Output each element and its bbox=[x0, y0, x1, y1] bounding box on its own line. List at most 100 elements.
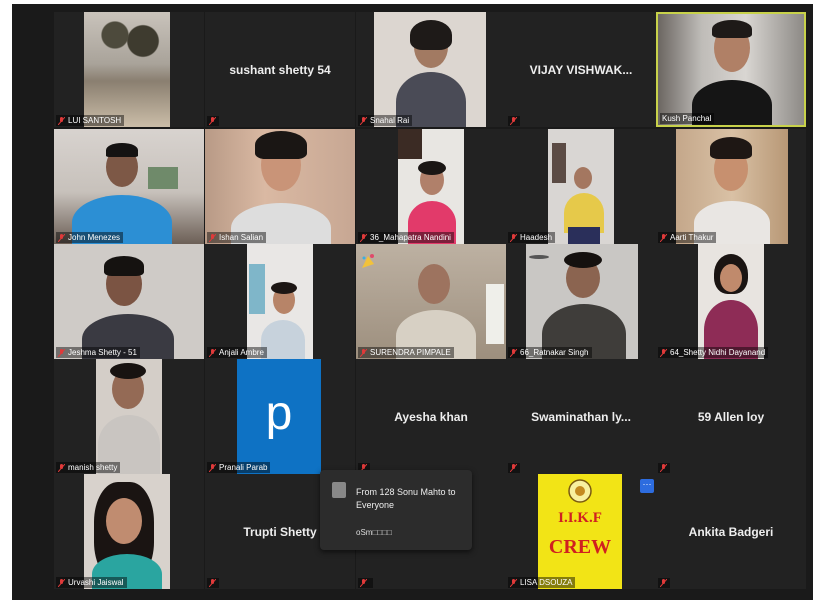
video-feed bbox=[96, 359, 162, 474]
video-tile[interactable]: John Menezes bbox=[54, 129, 204, 244]
video-feed bbox=[698, 244, 764, 359]
video-tile[interactable]: Aarti Thakur bbox=[656, 129, 806, 244]
video-tile[interactable]: sushant shetty 54 bbox=[205, 12, 355, 127]
participant-name: sushant shetty 54 bbox=[229, 62, 331, 77]
video-tile[interactable]: LUI SANTOSH bbox=[54, 12, 204, 127]
participant-label: John Menezes bbox=[56, 232, 124, 243]
video-feed bbox=[54, 244, 204, 359]
video-tile[interactable]: p Pranali Parab bbox=[205, 359, 355, 474]
participant-name: Haadesh bbox=[520, 233, 553, 242]
video-feed bbox=[658, 14, 804, 125]
video-tile[interactable]: Ankita Badgeri bbox=[656, 474, 806, 589]
participant-label: 36_Mahapatra Nandini bbox=[358, 232, 454, 243]
video-feed bbox=[548, 129, 614, 244]
participant-name: 36_Mahapatra Nandini bbox=[370, 233, 451, 242]
video-tile[interactable]: 59 Allen loy bbox=[656, 359, 806, 474]
video-feed bbox=[526, 244, 638, 359]
video-tile[interactable]: Swaminathan ly... bbox=[506, 359, 656, 474]
logo-line-2: CREW bbox=[548, 536, 612, 558]
muted-mic-icon bbox=[360, 579, 367, 587]
muted-mic-icon bbox=[510, 117, 517, 125]
active-speaker-tile[interactable]: Kush Panchal bbox=[656, 12, 806, 127]
chat-notification-popup[interactable]: From 128 Sonu Mahto to Everyone oSm□□□□ bbox=[320, 470, 472, 550]
video-tile[interactable]: VIJAY VISHWAK... bbox=[506, 12, 656, 127]
video-feed bbox=[374, 12, 486, 127]
video-feed bbox=[398, 129, 464, 244]
participant-label: 66_Ratnakar Singh bbox=[508, 347, 592, 358]
video-feed bbox=[84, 474, 170, 589]
video-tile[interactable]: Haadesh bbox=[506, 129, 656, 244]
participant-name: LUI SANTOSH bbox=[68, 116, 122, 125]
muted-mic-icon bbox=[510, 348, 517, 357]
muted-mic-icon bbox=[660, 233, 667, 242]
participant-label: Pranali Parab bbox=[207, 462, 271, 473]
chat-sender: From 128 Sonu Mahto to Everyone bbox=[356, 487, 456, 510]
participant-name: SURENDRA PIMPALE bbox=[370, 348, 451, 357]
participant-label: Snahal Rai bbox=[358, 115, 413, 126]
muted-mic-icon bbox=[510, 233, 517, 242]
video-tile[interactable]: Urvashi Jaiswal bbox=[54, 474, 204, 589]
muted-mic-icon bbox=[660, 348, 667, 357]
video-tile[interactable]: Ayesha khan bbox=[356, 359, 506, 474]
participant-name: Jeshma Shetty - 51 bbox=[68, 348, 137, 357]
participant-name: 64_Shetty Nidhi Dayanand bbox=[670, 348, 766, 357]
participant-name: Swaminathan ly... bbox=[531, 409, 631, 424]
more-options-button[interactable]: ··· bbox=[640, 479, 654, 493]
video-tile[interactable]: Ishan Salian bbox=[205, 129, 355, 244]
video-feed bbox=[84, 12, 170, 127]
muted-mic-icon bbox=[360, 348, 367, 357]
participant-name: Pranali Parab bbox=[219, 463, 268, 472]
video-tile[interactable]: Jeshma Shetty - 51 bbox=[54, 244, 204, 359]
video-feed bbox=[356, 244, 506, 359]
participant-label: Urvashi Jaiswal bbox=[56, 577, 127, 588]
participant-label: Ishan Salian bbox=[207, 232, 267, 243]
participant-name: VIJAY VISHWAK... bbox=[529, 62, 633, 77]
muted-mic-icon bbox=[510, 464, 517, 472]
crew-logo: I.I.K.F CREW bbox=[538, 474, 622, 589]
participant-label bbox=[508, 116, 520, 126]
video-feed bbox=[54, 129, 204, 244]
participant-name: Ayesha khan bbox=[394, 409, 468, 424]
video-tile[interactable]: SURENDRA PIMPALE bbox=[356, 244, 506, 359]
participant-name: Ishan Salian bbox=[219, 233, 264, 242]
chat-message: oSm□□□□ bbox=[356, 528, 392, 537]
muted-mic-icon bbox=[660, 464, 667, 472]
participant-label bbox=[658, 578, 670, 588]
video-tile[interactable]: 66_Ratnakar Singh bbox=[506, 244, 656, 359]
participant-label: LUI SANTOSH bbox=[56, 115, 125, 126]
muted-mic-icon bbox=[209, 348, 216, 357]
participant-name: Aarti Thakur bbox=[670, 233, 714, 242]
muted-mic-icon bbox=[58, 116, 65, 125]
participant-name: 66_Ratnakar Singh bbox=[520, 348, 589, 357]
participant-label: Kush Panchal bbox=[660, 113, 715, 124]
participant-name: Snahal Rai bbox=[370, 116, 410, 125]
participant-name: manish shetty bbox=[68, 463, 118, 472]
video-tile[interactable]: I.I.K.F CREW LISA DSOUZA bbox=[506, 474, 656, 589]
video-feed bbox=[205, 129, 355, 244]
video-feed bbox=[676, 129, 788, 244]
participant-name: Anjali Ambre bbox=[219, 348, 264, 357]
muted-mic-icon bbox=[209, 233, 216, 242]
video-feed bbox=[247, 244, 313, 359]
participant-label: 64_Shetty Nidhi Dayanand bbox=[658, 347, 769, 358]
muted-mic-icon bbox=[58, 463, 65, 472]
video-tile[interactable]: manish shetty bbox=[54, 359, 204, 474]
ceiling-fan-icon bbox=[528, 250, 550, 264]
video-tile[interactable]: Snahal Rai bbox=[356, 12, 506, 127]
participant-label bbox=[508, 463, 520, 473]
participant-name: 59 Allen loy bbox=[697, 409, 765, 424]
participant-label: LISA DSOUZA bbox=[508, 577, 576, 588]
party-emoji-icon bbox=[360, 252, 376, 270]
muted-mic-icon bbox=[360, 116, 367, 125]
muted-mic-icon bbox=[510, 578, 517, 587]
muted-mic-icon bbox=[209, 463, 216, 472]
muted-mic-icon bbox=[209, 117, 216, 125]
participant-name: Ankita Badgeri bbox=[688, 524, 774, 539]
avatar: p bbox=[237, 359, 321, 474]
video-tile[interactable]: Anjali Ambre bbox=[205, 244, 355, 359]
video-tile[interactable]: 36_Mahapatra Nandini bbox=[356, 129, 506, 244]
muted-mic-icon bbox=[360, 233, 367, 242]
muted-mic-icon bbox=[209, 579, 216, 587]
muted-mic-icon bbox=[660, 579, 667, 587]
video-tile[interactable]: 64_Shetty Nidhi Dayanand bbox=[656, 244, 806, 359]
